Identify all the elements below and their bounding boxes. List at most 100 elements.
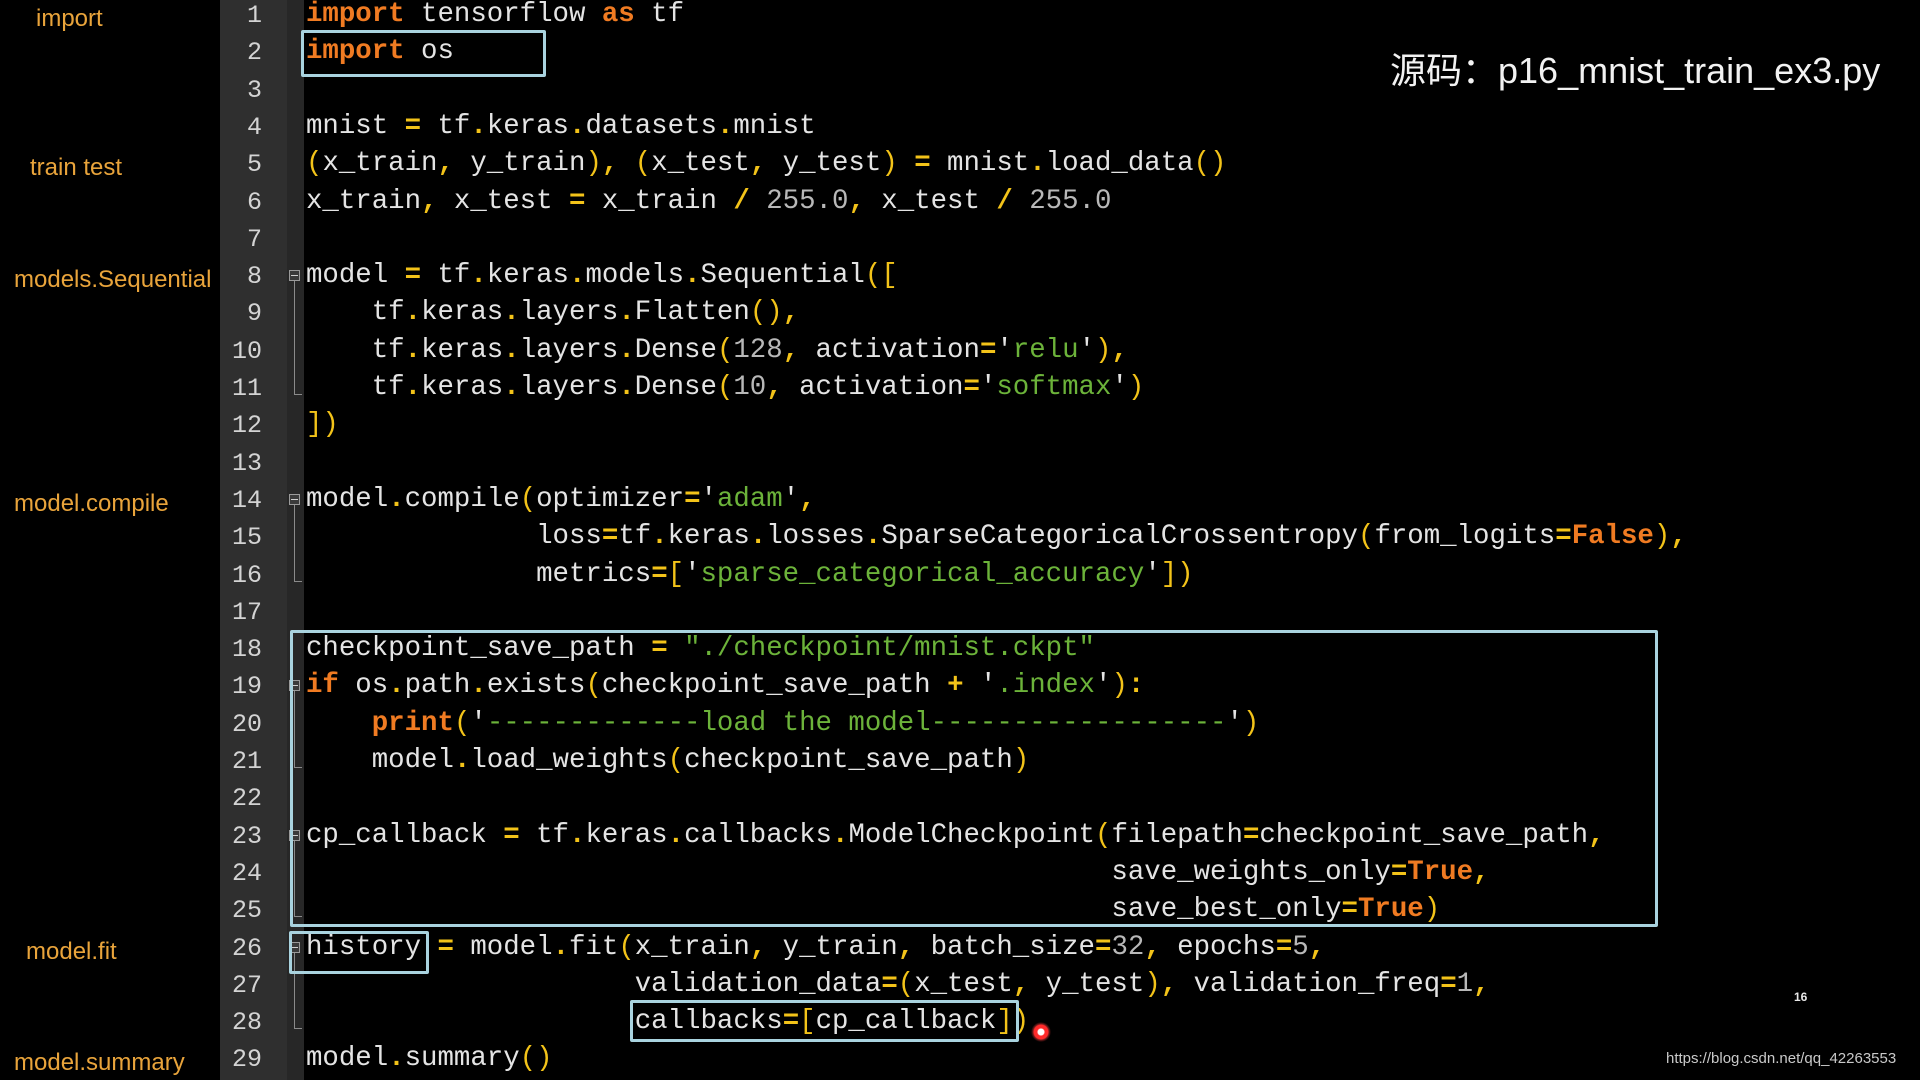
code-token: layers <box>519 297 619 329</box>
code-line[interactable]: tf.keras.layers.Flatten(), <box>306 299 799 326</box>
code-token: , <box>1160 968 1178 1000</box>
code-line[interactable]: ]) <box>306 411 339 438</box>
code-token: tf <box>306 334 405 366</box>
code-token: . <box>716 110 734 142</box>
code-line[interactable]: tf.keras.layers.Dense(10, activation='so… <box>306 372 1145 403</box>
fold-end-mark <box>294 1028 302 1030</box>
code-token: = <box>979 334 997 366</box>
fold-toggle-icon[interactable] <box>289 493 300 505</box>
code-token: = <box>914 148 931 180</box>
code-token: . <box>470 110 487 142</box>
code-line[interactable]: model.compile(optimizer='adam', <box>306 486 816 513</box>
code-token: ( <box>1358 521 1375 553</box>
code-token: compile <box>404 483 520 515</box>
code-token: ]) <box>306 409 339 441</box>
code-line[interactable]: model.summary() <box>306 1045 553 1072</box>
code-token: = <box>1440 968 1457 1000</box>
line-number: 4 <box>246 112 262 142</box>
code-token: ' <box>979 372 997 403</box>
blog-watermark: https://blog.csdn.net/qq_42263553 <box>1666 1050 1897 1067</box>
line-number: 3 <box>246 75 262 105</box>
code-token: = <box>569 185 586 217</box>
code-token: / <box>733 185 750 217</box>
sidebar-topic-label: model.compile <box>14 489 169 517</box>
code-token: , <box>601 148 619 180</box>
code-token: x_test <box>437 185 569 217</box>
topic-sidebar: import train test models.Sequential model.c… <box>0 0 220 1080</box>
code-token: validation_freq <box>1177 968 1441 1000</box>
line-number: 9 <box>246 299 262 329</box>
code-token: 255.0 <box>1029 185 1112 217</box>
code-token: = <box>963 372 980 403</box>
code-token: Dense <box>634 372 717 403</box>
code-token: , <box>1308 931 1326 963</box>
code-token: layers <box>519 334 619 366</box>
code-line[interactable]: loss=tf.keras.losses.SparseCategoricalCr… <box>306 523 1687 550</box>
code-line[interactable]: tf.keras.layers.Dense(128, activation='r… <box>306 334 1128 366</box>
code-token: , <box>1670 521 1687 553</box>
code-line[interactable]: history = model.fit(x_train, y_train, ba… <box>306 931 1326 963</box>
fold-end-mark <box>294 580 302 582</box>
sidebar-topic-label: train test <box>30 154 123 182</box>
code-token: ) <box>585 148 602 180</box>
code-token: = <box>1095 931 1112 963</box>
line-number: 22 <box>231 784 262 814</box>
code-token: = <box>684 483 701 515</box>
code-token: ' <box>1111 372 1128 403</box>
code-token: , <box>437 148 454 180</box>
code-token: Flatten <box>634 297 750 329</box>
code-line[interactable]: x_train, x_test = x_train / 255.0, x_tes… <box>306 185 1112 217</box>
code-token: . <box>569 260 586 292</box>
code-token: losses <box>766 521 865 553</box>
code-line[interactable]: metrics=['sparse_categorical_accuracy']) <box>306 558 1194 590</box>
fold-toggle-icon[interactable] <box>289 270 300 282</box>
code-token: activation <box>799 334 980 366</box>
source-file-title: 源码：p16_mnist_train_ex3.py <box>1390 50 1881 91</box>
code-token: ' <box>700 483 717 515</box>
line-number: 1 <box>246 1 262 30</box>
code-token: False <box>1571 521 1654 553</box>
code-token: , <box>782 297 800 329</box>
code-token: / <box>996 185 1013 217</box>
code-line[interactable]: import tensorflow as tf <box>306 1 684 28</box>
line-number: 21 <box>231 747 262 776</box>
line-number: 27 <box>231 970 262 1000</box>
code-token: tf <box>618 521 652 553</box>
line-number: 28 <box>231 1008 262 1038</box>
line-number: 7 <box>246 224 262 254</box>
code-token: ' <box>684 558 701 590</box>
code-line[interactable]: validation_data=(x_test, y_test), valida… <box>306 971 1490 998</box>
code-token: . <box>388 1043 405 1075</box>
code-token: 32 <box>1111 931 1145 963</box>
code-token: . <box>618 297 635 329</box>
code-line[interactable]: model = tf.keras.models.Sequential([ <box>306 262 898 289</box>
code-token: import <box>306 0 405 30</box>
line-number: 11 <box>231 374 262 403</box>
code-token: 128 <box>733 334 783 366</box>
code-token: datasets <box>585 110 717 142</box>
fold-guide-line <box>294 281 295 395</box>
checkpoint-block-highlight <box>290 630 1658 927</box>
code-token: ) <box>1144 968 1161 1000</box>
code-token: ( <box>716 372 734 403</box>
code-line[interactable]: (x_train, y_train), (x_test, y_test) = m… <box>306 150 1227 177</box>
line-number: 19 <box>231 672 262 702</box>
code-token: batch_size <box>914 931 1095 963</box>
code-token: metrics <box>306 558 652 590</box>
code-token: . <box>503 372 520 403</box>
code-token: y_test <box>1029 968 1145 1000</box>
code-token: = <box>601 521 619 553</box>
line-number: 8 <box>246 262 262 292</box>
line-number: 26 <box>231 933 262 963</box>
callbacks-highlight <box>630 1000 1019 1042</box>
code-token: , <box>1473 968 1490 1000</box>
code-token: fit <box>569 931 619 963</box>
code-token: tf <box>421 260 471 292</box>
fold-guide-line <box>294 504 295 582</box>
code-line[interactable]: mnist = tf.keras.datasets.mnist <box>306 113 816 140</box>
code-token: Sequential <box>700 260 865 292</box>
code-token: , <box>799 483 816 515</box>
